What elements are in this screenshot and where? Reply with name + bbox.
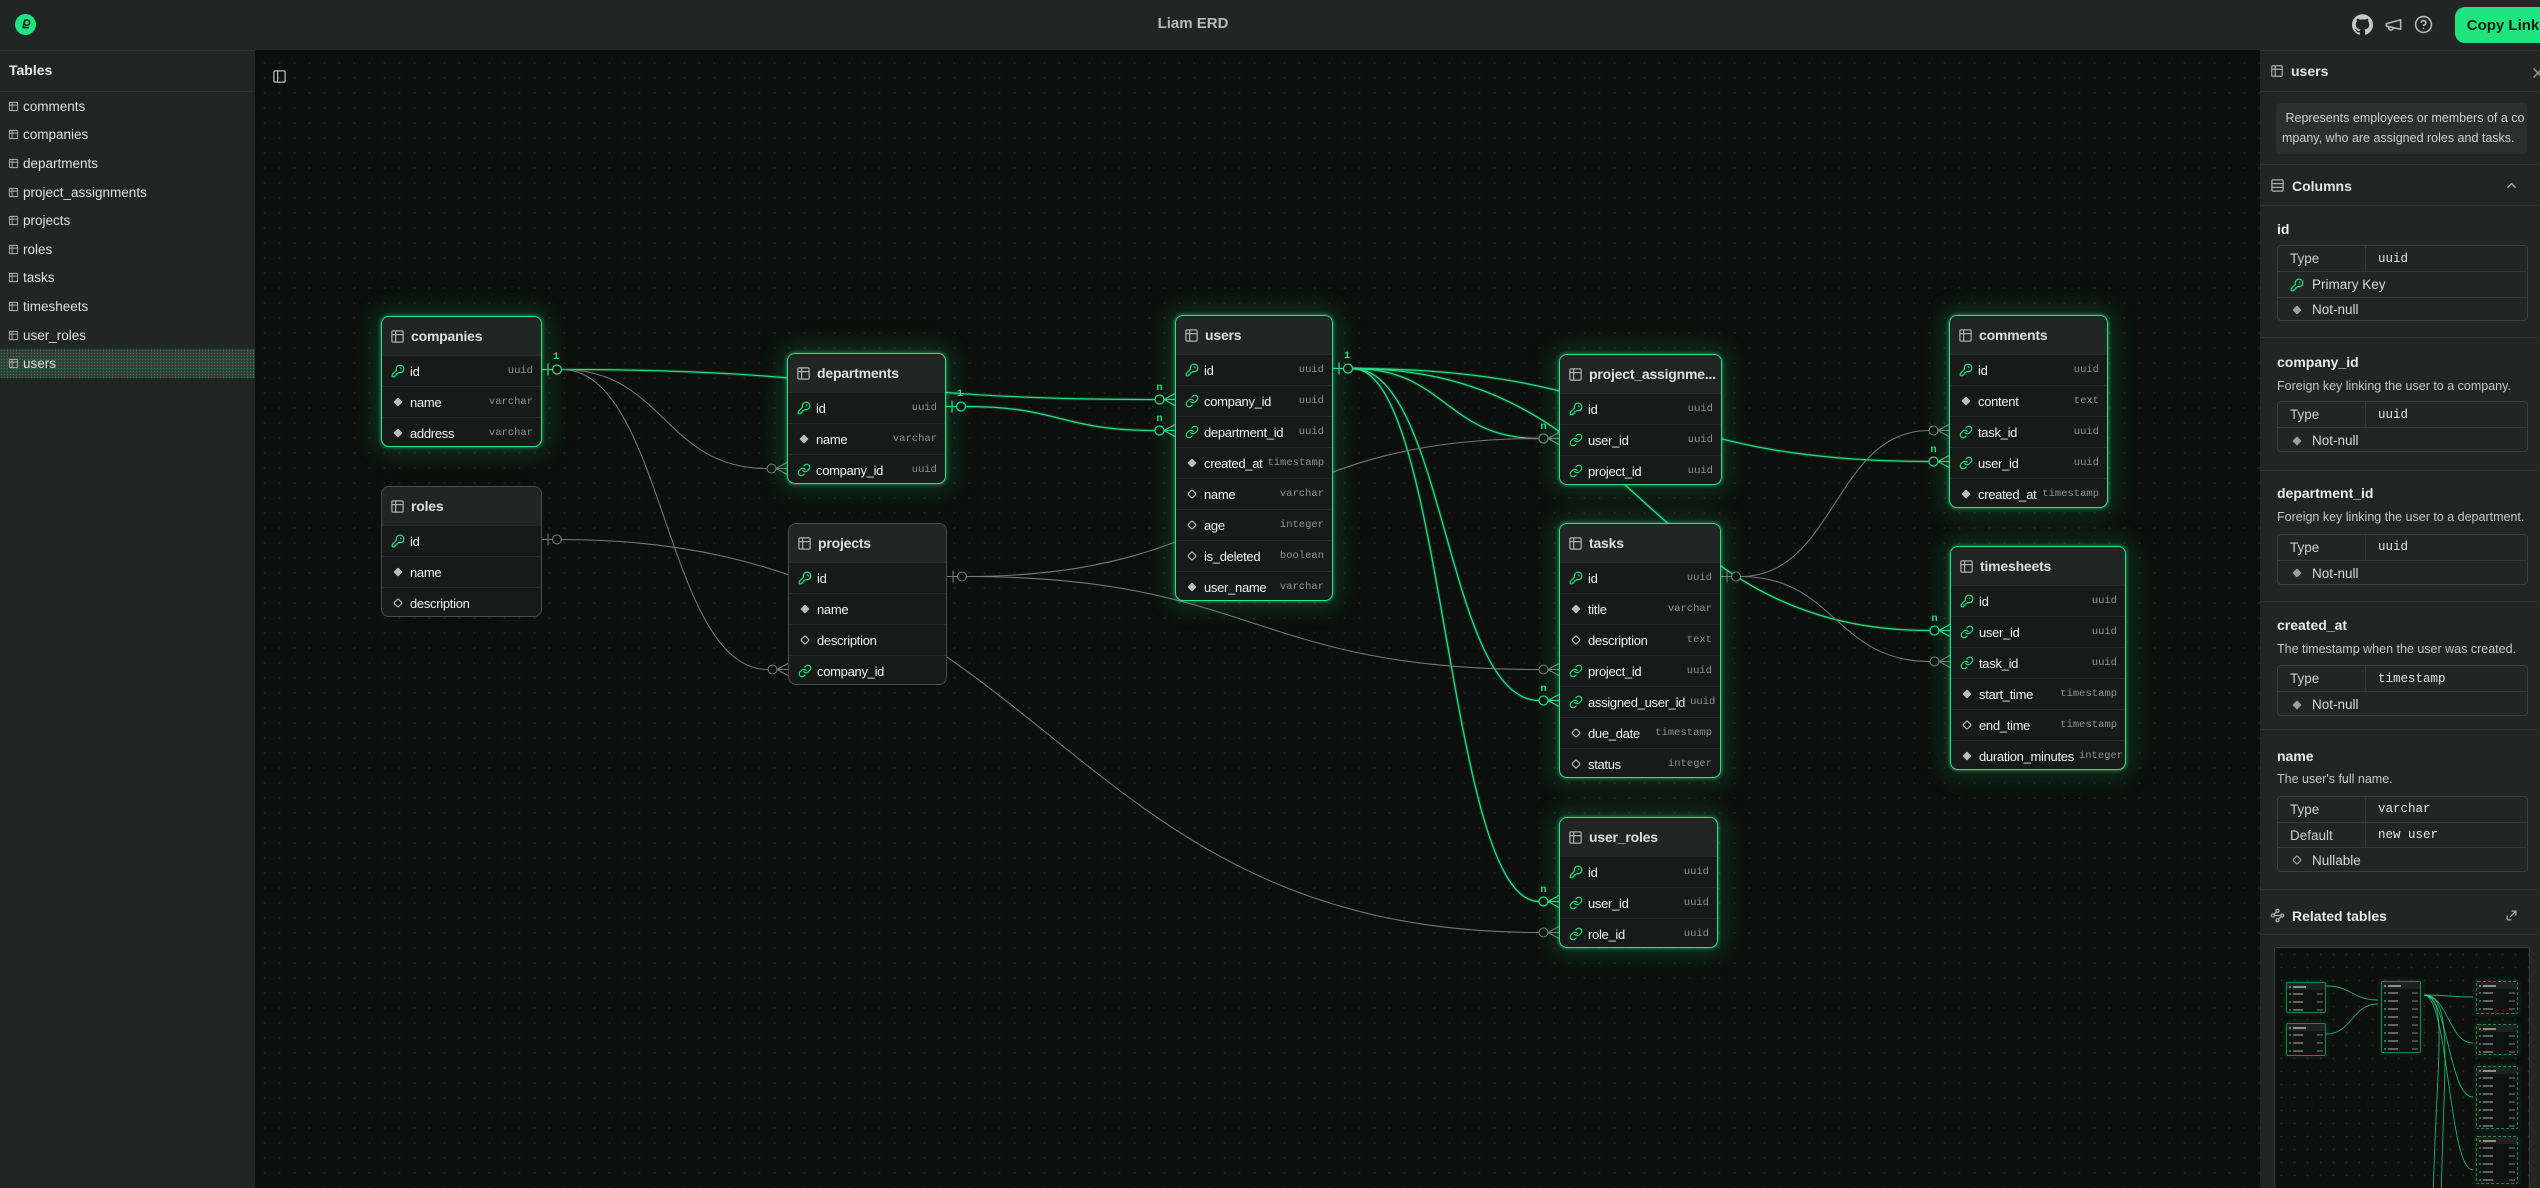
svg-text:1: 1 [553, 351, 559, 363]
svg-text:1: 1 [957, 388, 963, 400]
svg-text:n: n [1156, 382, 1162, 394]
svg-text:n: n [1540, 884, 1546, 896]
svg-text:n: n [1931, 613, 1937, 625]
svg-text:n: n [1930, 444, 1936, 456]
svg-text:n: n [1540, 683, 1546, 695]
svg-text:1: 1 [1344, 350, 1350, 362]
svg-text:n: n [1156, 413, 1162, 425]
